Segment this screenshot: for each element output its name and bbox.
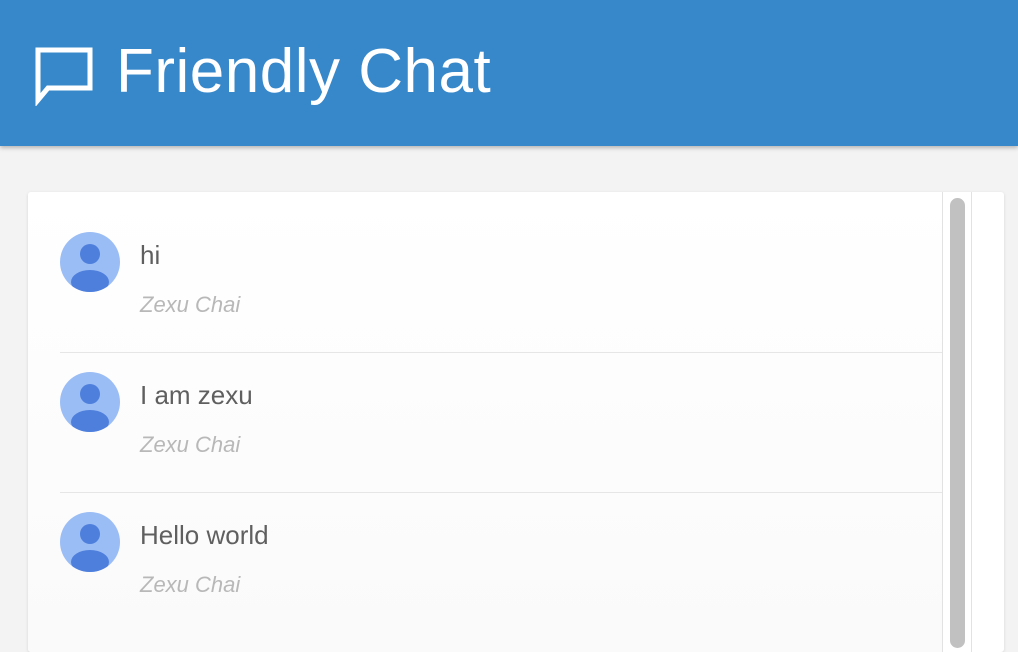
message-list[interactable]: hi Zexu Chai I am zexu Zexu Chai Hello w… — [28, 192, 942, 652]
scrollbar-track[interactable] — [942, 192, 972, 652]
message-item: hi Zexu Chai — [60, 212, 942, 352]
person-avatar-icon — [60, 512, 120, 572]
message-item: Hello world Zexu Chai — [60, 492, 942, 632]
message-author: Zexu Chai — [140, 432, 241, 457]
app-title: Friendly Chat — [116, 37, 492, 106]
message-item: I am zexu Zexu Chai — [60, 352, 942, 492]
message-author: Zexu Chai — [140, 292, 241, 317]
person-avatar-icon — [60, 372, 120, 432]
message-text: hi — [140, 240, 161, 270]
message-author: Zexu Chai — [140, 572, 241, 597]
app-header: Friendly Chat — [0, 0, 1018, 146]
person-avatar-icon — [60, 232, 120, 292]
scrollbar-thumb[interactable] — [950, 198, 965, 648]
chat-bubble-icon — [35, 47, 93, 106]
message-text: I am zexu — [140, 380, 253, 410]
message-text: Hello world — [140, 520, 269, 550]
messages-card: hi Zexu Chai I am zexu Zexu Chai Hello w… — [28, 192, 1004, 652]
